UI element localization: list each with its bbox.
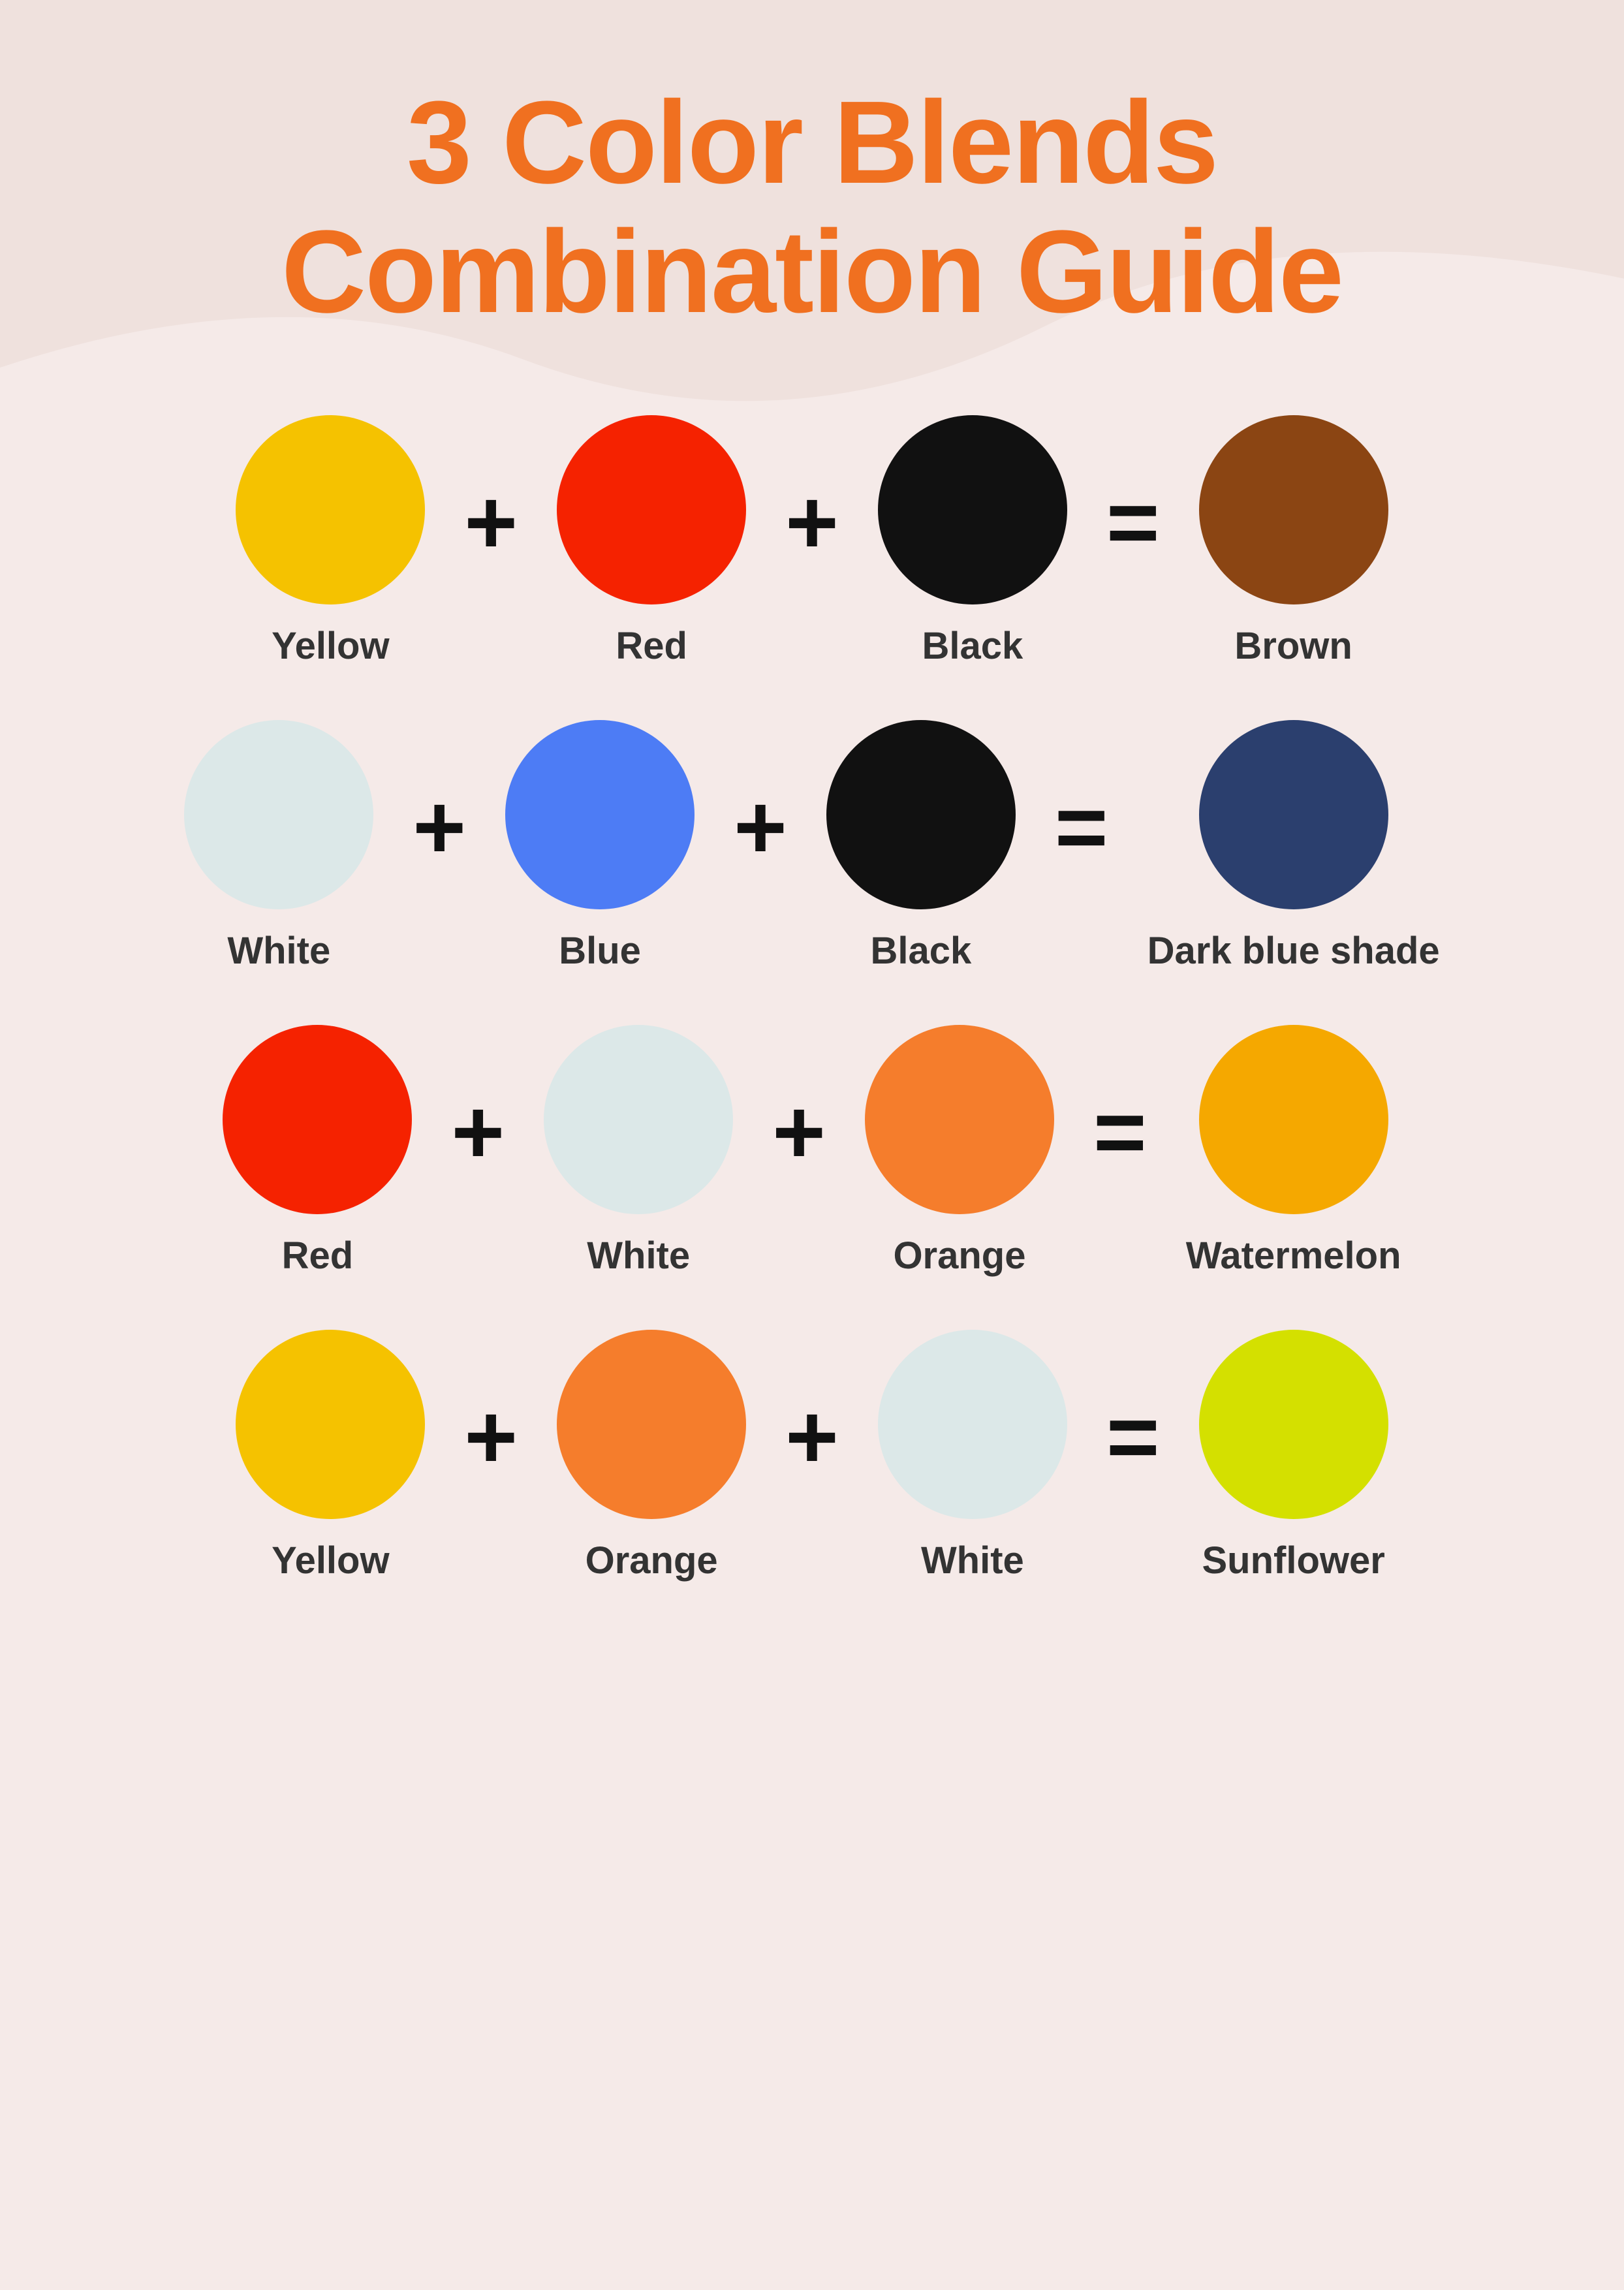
- color-label-black-2: Black: [870, 929, 971, 973]
- color-label-orange-4: Orange: [586, 1539, 718, 1582]
- color-item-2-1: White: [184, 720, 373, 973]
- circle-red-3: [223, 1025, 412, 1214]
- circle-orange-3: [865, 1025, 1054, 1214]
- page-title: 3 Color Blends Combination Guide: [281, 78, 1343, 337]
- circle-white-2: [184, 720, 373, 909]
- result-circle-1: [1199, 415, 1388, 604]
- circle-white-4: [878, 1330, 1067, 1519]
- circle-orange-4: [557, 1330, 746, 1519]
- plus-operator: +: [734, 781, 787, 873]
- color-label-black-1: Black: [922, 624, 1023, 668]
- circle-black-1: [878, 415, 1067, 604]
- color-label-yellow-1: Yellow: [272, 624, 390, 668]
- color-item-4-2: Orange: [557, 1330, 746, 1582]
- color-item-3-1: Red: [223, 1025, 412, 1278]
- color-label-orange-3: Orange: [893, 1234, 1025, 1278]
- color-label-yellow-4: Yellow: [272, 1539, 390, 1582]
- result-label-2: Dark blue shade: [1148, 929, 1440, 973]
- result-label-3: Watermelon: [1186, 1234, 1401, 1278]
- blend-rows: Yellow + Red + Black = Brown White + Blue + Black = D…: [184, 415, 1439, 1582]
- circle-red-1: [557, 415, 746, 604]
- plus-operator: +: [785, 477, 839, 568]
- color-label-white-3: White: [587, 1234, 690, 1278]
- equals-operator: =: [1106, 477, 1160, 568]
- color-item-2-3: Black: [826, 720, 1016, 973]
- color-label-red-1: Red: [616, 624, 687, 668]
- color-label-red-3: Red: [282, 1234, 354, 1278]
- result-circle-3: [1199, 1025, 1388, 1214]
- color-item-1-1: Yellow: [236, 415, 425, 668]
- plus-operator: +: [451, 1086, 505, 1178]
- color-item-4-3: White: [878, 1330, 1067, 1582]
- equals-operator: =: [1106, 1391, 1160, 1482]
- color-item-1-2: Red: [557, 415, 746, 668]
- blend-row-1: Yellow + Red + Black = Brown: [236, 415, 1388, 668]
- circle-black-2: [826, 720, 1016, 909]
- circle-white-3: [544, 1025, 733, 1214]
- result-item-1: Brown: [1199, 415, 1388, 668]
- plus-operator: +: [785, 1391, 839, 1482]
- result-item-3: Watermelon: [1186, 1025, 1401, 1278]
- color-item-4-1: Yellow: [236, 1330, 425, 1582]
- color-item-1-3: Black: [878, 415, 1067, 668]
- plus-operator: +: [772, 1086, 826, 1178]
- plus-operator: +: [464, 477, 518, 568]
- equals-operator: =: [1093, 1086, 1147, 1178]
- plus-operator: +: [464, 1391, 518, 1482]
- result-item-4: Sunflower: [1199, 1330, 1388, 1582]
- circle-yellow-4: [236, 1330, 425, 1519]
- blend-row-2: White + Blue + Black = Dark blue shade: [184, 720, 1439, 973]
- color-item-3-2: White: [544, 1025, 733, 1278]
- blend-row-3: Red + White + Orange = Watermelon: [223, 1025, 1401, 1278]
- color-label-white-2: White: [227, 929, 330, 973]
- circle-yellow-1: [236, 415, 425, 604]
- result-circle-4: [1199, 1330, 1388, 1519]
- color-label-white-4: White: [921, 1539, 1024, 1582]
- circle-blue-2: [505, 720, 695, 909]
- color-item-2-2: Blue: [505, 720, 695, 973]
- blend-row-4: Yellow + Orange + White = Sunflower: [236, 1330, 1388, 1582]
- equals-operator: =: [1055, 781, 1108, 873]
- color-item-3-3: Orange: [865, 1025, 1054, 1278]
- result-label-4: Sunflower: [1202, 1539, 1384, 1582]
- plus-operator: +: [413, 781, 466, 873]
- color-label-blue-2: Blue: [559, 929, 641, 973]
- result-item-2: Dark blue shade: [1148, 720, 1440, 973]
- result-circle-2: [1199, 720, 1388, 909]
- result-label-1: Brown: [1234, 624, 1352, 668]
